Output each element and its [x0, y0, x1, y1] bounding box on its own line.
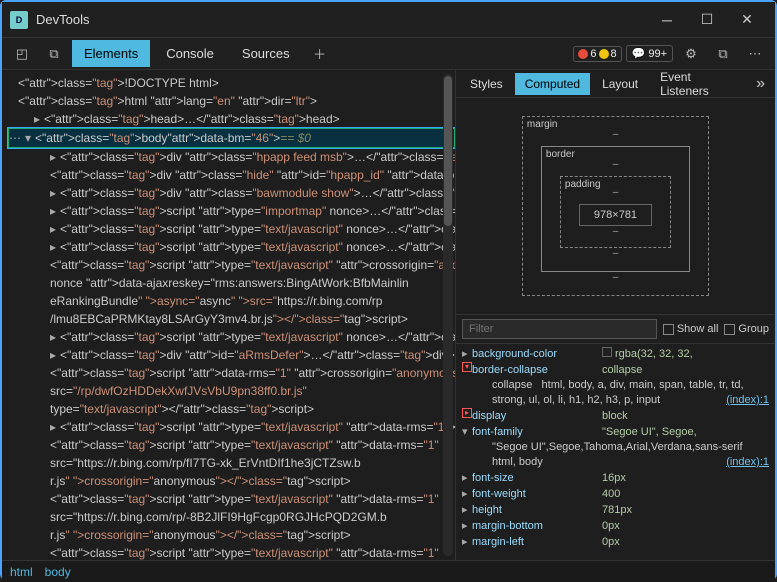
- computed-property[interactable]: ▸margin-bottom0px: [462, 518, 769, 534]
- minimize-button[interactable]: ─: [647, 4, 687, 36]
- dom-node[interactable]: <"attr">class="tag">script "attr">type="…: [8, 490, 455, 508]
- tab-event-listeners[interactable]: Event Listeners: [650, 70, 748, 102]
- computed-properties[interactable]: ▸background-colorrgba(32, 32, 32,▾border…: [456, 344, 775, 560]
- breadcrumb: html body: [2, 560, 775, 582]
- dom-node[interactable]: nonce "attr">data-ajaxreskey="rms:answer…: [8, 274, 455, 292]
- dom-node[interactable]: ▸<"attr">class="tag">div "attr">class="h…: [8, 148, 455, 166]
- dom-node[interactable]: <"attr">class="tag">div "attr">class="hi…: [8, 166, 455, 184]
- close-button[interactable]: ✕: [727, 4, 767, 36]
- more-icon[interactable]: ⋯: [741, 42, 769, 66]
- dom-node[interactable]: ▸<"attr">class="tag">head>…</"attr">clas…: [8, 110, 455, 128]
- crumb-html[interactable]: html: [10, 565, 33, 579]
- scrollbar[interactable]: [443, 74, 453, 556]
- dom-node[interactable]: ▸<"attr">class="tag">script "attr">type=…: [8, 238, 455, 256]
- computed-property-source[interactable]: collapse html, body, a, div, main, span,…: [462, 378, 769, 408]
- maximize-button[interactable]: ☐: [687, 4, 727, 36]
- right-tabs: Styles Computed Layout Event Listeners »: [456, 70, 775, 98]
- tab-console[interactable]: Console: [154, 40, 226, 67]
- dock-icon[interactable]: ⧉: [709, 42, 737, 66]
- dom-node[interactable]: ▸<"attr">class="tag">script "attr">type=…: [8, 328, 455, 346]
- main-toolbar: ◰ ⧉ Elements Console Sources ＋ 6 8 💬 99+…: [2, 38, 775, 70]
- computed-property[interactable]: ▸background-colorrgba(32, 32, 32,: [462, 346, 769, 362]
- dom-node[interactable]: <"attr">class="tag">!DOCTYPE html>: [8, 74, 455, 92]
- scrollbar-thumb[interactable]: [444, 76, 452, 226]
- computed-property-source[interactable]: "Segoe UI",Segoe,Tahoma,Arial,Verdana,sa…: [462, 440, 769, 470]
- dom-node[interactable]: ▸<"attr">class="tag">div "attr">class="b…: [8, 184, 455, 202]
- dom-node-selected[interactable]: ⋯▾<"attr">class="tag">body "attr">data-b…: [8, 128, 455, 148]
- dom-node[interactable]: r.js" ">crossorigin="anonymous"></">clas…: [8, 472, 455, 490]
- box-model[interactable]: margin – border – padding – 978×781 – – …: [456, 98, 775, 314]
- computed-property[interactable]: ▸margin-left0px: [462, 534, 769, 550]
- computed-property[interactable]: ▸font-size16px: [462, 470, 769, 486]
- window-title: DevTools: [36, 12, 647, 27]
- elements-panel[interactable]: <"attr">class="tag">!DOCTYPE html><"attr…: [2, 70, 455, 560]
- dom-node[interactable]: <"attr">class="tag">script "attr">type="…: [8, 544, 455, 560]
- dom-node[interactable]: ▸<"attr">class="tag">script "attr">type=…: [8, 202, 455, 220]
- dom-node[interactable]: src="/rp/dwfOzHDDekXwfJVsVbU9pn38ff0.br.…: [8, 382, 455, 400]
- dom-node[interactable]: /lmu8EBCaPRMKtay8LSArGyY3mv4.br.js"></">…: [8, 310, 455, 328]
- computed-property[interactable]: ▸height781px: [462, 502, 769, 518]
- inspect-icon[interactable]: ◰: [8, 42, 36, 66]
- dom-node[interactable]: eRankingBundle" ">async="async" ">src="h…: [8, 292, 455, 310]
- dom-node[interactable]: <"attr">class="tag">html "attr">lang="en…: [8, 92, 455, 110]
- group-checkbox[interactable]: Group: [724, 323, 769, 335]
- error-warn-badge[interactable]: 6 8: [573, 46, 621, 62]
- filter-row: Show all Group: [456, 314, 775, 344]
- dom-node[interactable]: type="text/javascript"></"attr">class="t…: [8, 400, 455, 418]
- settings-icon[interactable]: ⚙: [677, 42, 705, 66]
- box-model-content: 978×781: [579, 204, 652, 226]
- computed-property[interactable]: ▾font-family"Segoe UI", Segoe,: [462, 424, 769, 440]
- dom-node[interactable]: ▸<"attr">class="tag">script "attr">type=…: [8, 220, 455, 238]
- titlebar: D DevTools ─ ☐ ✕: [2, 2, 775, 38]
- dom-node[interactable]: <"attr">class="tag">script "attr">data-r…: [8, 364, 455, 382]
- error-dot-icon: [578, 49, 588, 59]
- crumb-body[interactable]: body: [45, 565, 71, 579]
- add-tab-icon[interactable]: ＋: [306, 42, 334, 66]
- tab-elements[interactable]: Elements: [72, 40, 150, 67]
- right-panel: Styles Computed Layout Event Listeners »…: [455, 70, 775, 560]
- issues-badge[interactable]: 💬 99+: [626, 45, 673, 62]
- dom-node[interactable]: r.js" ">crossorigin="anonymous"></">clas…: [8, 526, 455, 544]
- dom-node[interactable]: src="https://r.bing.com/rp/fI7TG-xk_ErVn…: [8, 454, 455, 472]
- dom-node[interactable]: ▸<"attr">class="tag">script "attr">type=…: [8, 418, 455, 436]
- tab-computed[interactable]: Computed: [515, 73, 590, 95]
- tab-sources[interactable]: Sources: [230, 40, 302, 67]
- tab-layout[interactable]: Layout: [592, 73, 648, 95]
- show-all-checkbox[interactable]: Show all: [663, 323, 719, 335]
- dom-node[interactable]: <"attr">class="tag">script "attr">type="…: [8, 256, 455, 274]
- dom-node[interactable]: src="https://r.bing.com/rp/-8B2JlFI9HgFc…: [8, 508, 455, 526]
- more-tabs-icon[interactable]: »: [750, 71, 771, 97]
- dom-node[interactable]: <"attr">class="tag">script "attr">type="…: [8, 436, 455, 454]
- dom-node[interactable]: ▸<"attr">class="tag">div "attr">id="aRms…: [8, 346, 455, 364]
- devtools-icon: D: [10, 11, 28, 29]
- device-icon[interactable]: ⧉: [40, 42, 68, 66]
- computed-property[interactable]: ▾border-collapsecollapse: [462, 362, 769, 378]
- computed-property[interactable]: ▸font-weight400: [462, 486, 769, 502]
- warn-dot-icon: [599, 49, 609, 59]
- filter-input[interactable]: [462, 319, 657, 339]
- computed-property[interactable]: ▸displayblock: [462, 408, 769, 424]
- tab-styles[interactable]: Styles: [460, 73, 513, 95]
